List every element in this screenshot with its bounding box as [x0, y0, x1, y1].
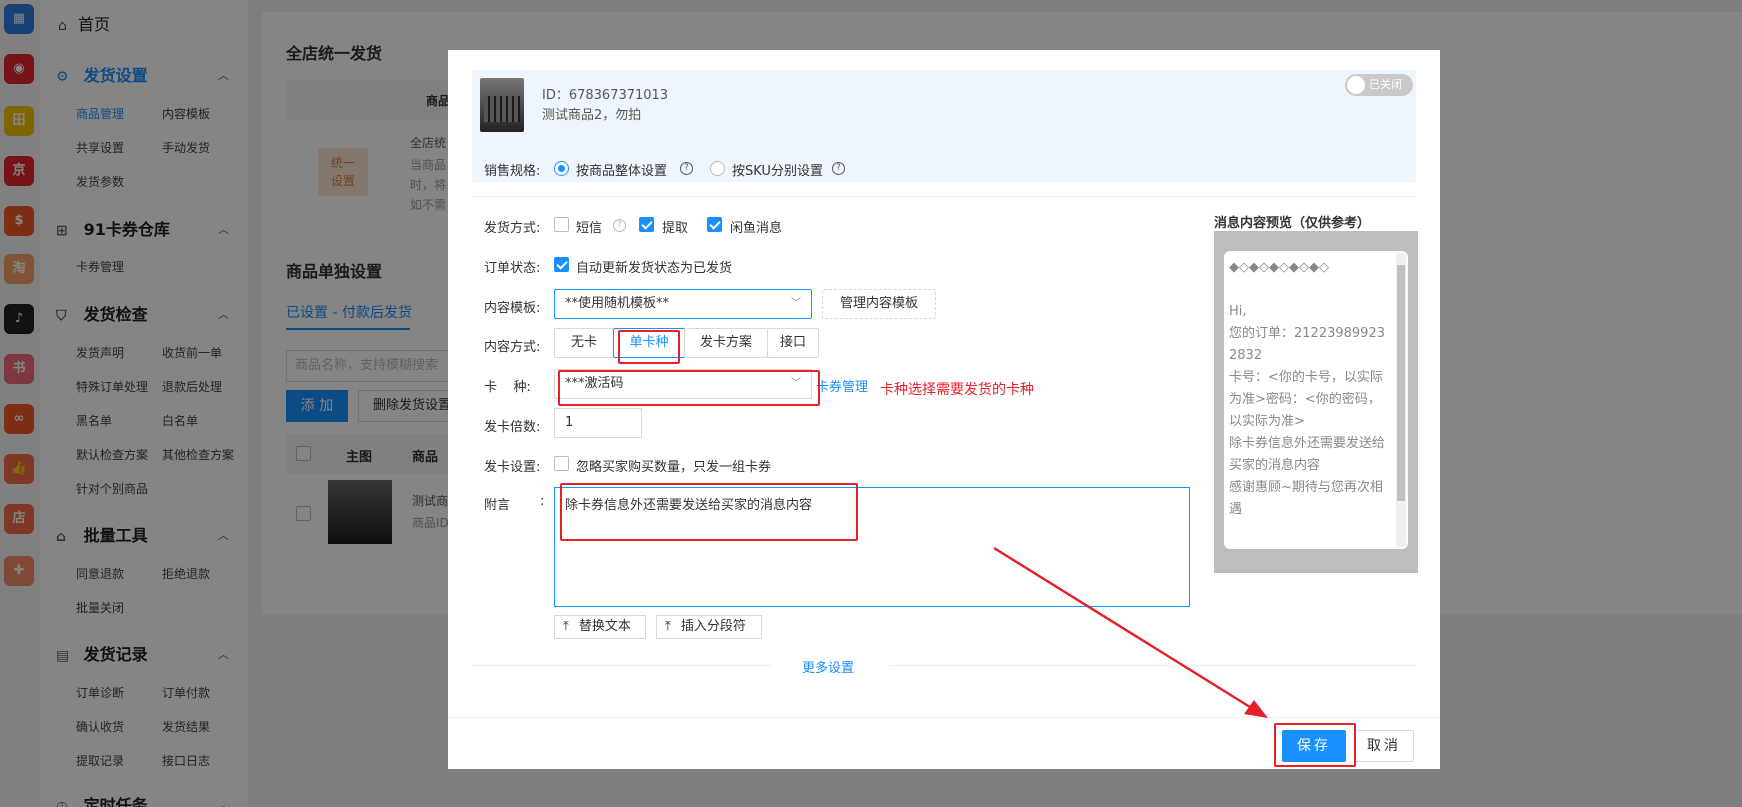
annotation-arrow-head [1244, 700, 1268, 718]
annotation-arrow-line [993, 546, 1259, 714]
annotation-arrow [993, 546, 1268, 718]
